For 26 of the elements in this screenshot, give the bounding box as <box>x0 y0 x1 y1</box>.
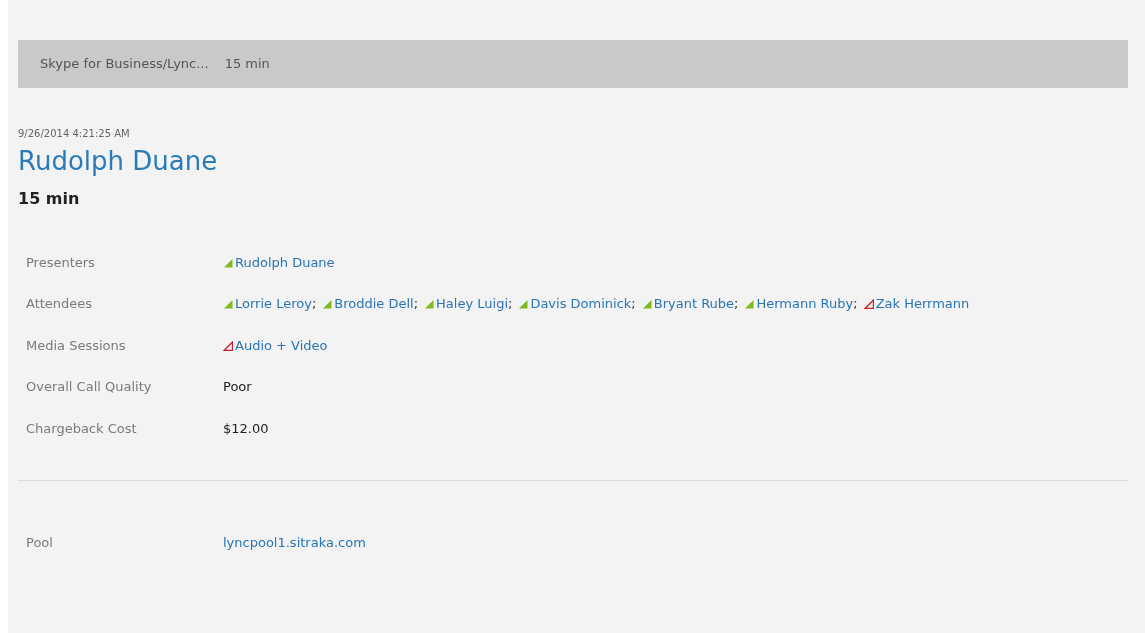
header-duration: 15 min <box>224 55 270 74</box>
header-title: Skype for Business/Lync... <box>40 55 209 74</box>
separator-mark: ; <box>413 296 419 312</box>
detail-label: Presenters <box>25 253 96 272</box>
caller-name-title: Rudolph Duane <box>18 145 219 178</box>
person-link[interactable]: Broddie Dell <box>334 296 414 312</box>
separator-mark: ; <box>631 296 636 312</box>
detail-label: Attendees <box>25 295 94 314</box>
person-link[interactable]: Haley Luigi <box>436 296 508 312</box>
duration-text: 15 min <box>18 187 81 210</box>
timestamp-text: 9/26/2014 4:21:25 AM <box>18 127 131 141</box>
person-link[interactable]: Audio + Video <box>235 337 328 353</box>
detail-label: Pool <box>25 534 54 553</box>
pool-link[interactable]: lyncpool1.sitraka.com <box>223 535 366 551</box>
detail-value: $12.00 <box>223 420 269 436</box>
separator-mark: ; <box>734 296 739 312</box>
separator-mark: ; <box>311 296 317 312</box>
detail-label: Overall Call Quality <box>25 378 153 397</box>
person-link[interactable]: Rudolph Duane <box>235 254 335 270</box>
separator-mark: ; <box>853 296 858 312</box>
detail-label: Media Sessions <box>25 336 127 355</box>
separator-mark: ; <box>508 296 513 312</box>
detail-value: Poor <box>223 379 252 395</box>
person-link[interactable]: Zak Herrmann <box>875 296 970 312</box>
person-link[interactable]: Lorrie Leroy <box>235 296 312 312</box>
detail-label: Chargeback Cost <box>25 419 138 438</box>
